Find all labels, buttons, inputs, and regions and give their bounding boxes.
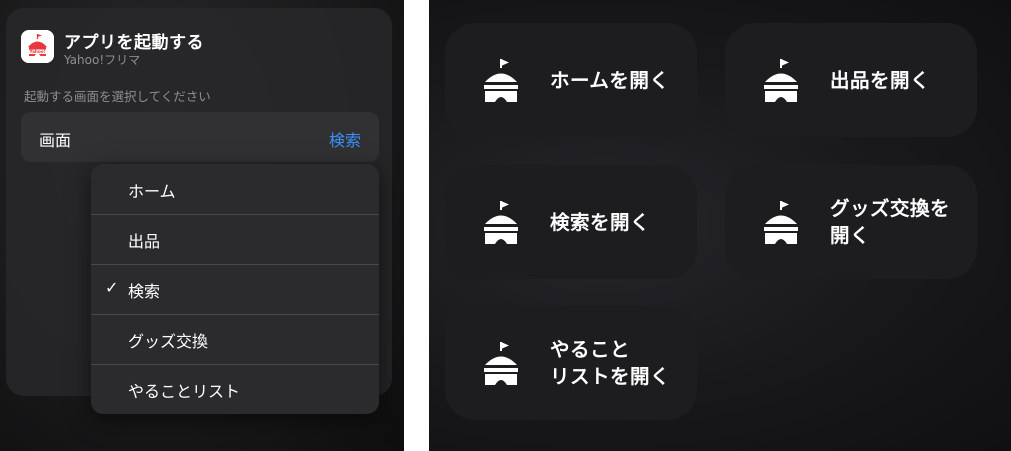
tent-icon [484,59,518,102]
menu-item-label: ホーム [128,182,176,201]
screen-parameter-label: 画面 [39,131,72,150]
shortcut-tile-open-sell[interactable]: 出品を開く [725,23,977,137]
shortcut-tile-open-home[interactable]: ホームを開く [445,23,697,137]
circus-tent-logo-icon: Yahoo! [21,30,54,63]
checkmark-icon: ✓ [105,278,119,297]
menu-item-label: 検索 [128,282,161,301]
menu-item-home[interactable]: ホーム [91,164,379,214]
action-title: アプリを起動する [64,33,204,53]
shortcut-tiles-panel: ホームを開く 出品を開く 検索を開く グッズ交換を 開く やること リストを開く [429,0,1011,451]
tent-icon [764,201,798,244]
app-icon-text: Yahoo! [28,49,45,54]
screen-parameter-value[interactable]: 検索 [329,127,361,151]
shortcut-config-panel: Yahoo! アプリを起動する Yahoo!フリマ 起動する画面を選択してくださ… [0,0,404,451]
menu-item-sell[interactable]: 出品 [91,214,379,264]
menu-item-goods-exchange[interactable]: グッズ交換 [91,314,379,364]
menu-item-label: やることリスト [128,382,241,401]
shortcut-tile-label: ホームを開く [550,68,670,92]
shortcut-tile-open-search[interactable]: 検索を開く [445,165,697,279]
tent-icon [484,201,518,244]
app-name: Yahoo!フリマ [64,53,141,67]
screen-parameter-row[interactable]: 画面 検索 [21,112,379,162]
tent-icon [484,342,518,385]
tent-icon [764,59,798,102]
shortcut-tile-label: 出品を開く [830,68,931,92]
screen-options-menu: ホーム 出品 ✓ 検索 グッズ交換 やることリスト [91,164,379,414]
shortcut-tile-open-goods-exchange[interactable]: グッズ交換を 開く [725,165,977,279]
menu-item-label: 出品 [128,232,161,251]
menu-item-todo-list[interactable]: やることリスト [91,364,379,414]
shortcut-tile-label: やること リストを開く [550,338,671,388]
menu-item-label: グッズ交換 [128,332,209,351]
selection-prompt: 起動する画面を選択してください [24,89,211,104]
shortcut-tile-open-todo-list[interactable]: やること リストを開く [445,306,697,420]
menu-item-search[interactable]: ✓ 検索 [91,264,379,314]
yahoo-flea-market-app-icon: Yahoo! [21,30,54,63]
shortcut-tile-label: 検索を開く [550,210,651,234]
shortcut-tile-label: グッズ交換を 開く [830,197,951,247]
